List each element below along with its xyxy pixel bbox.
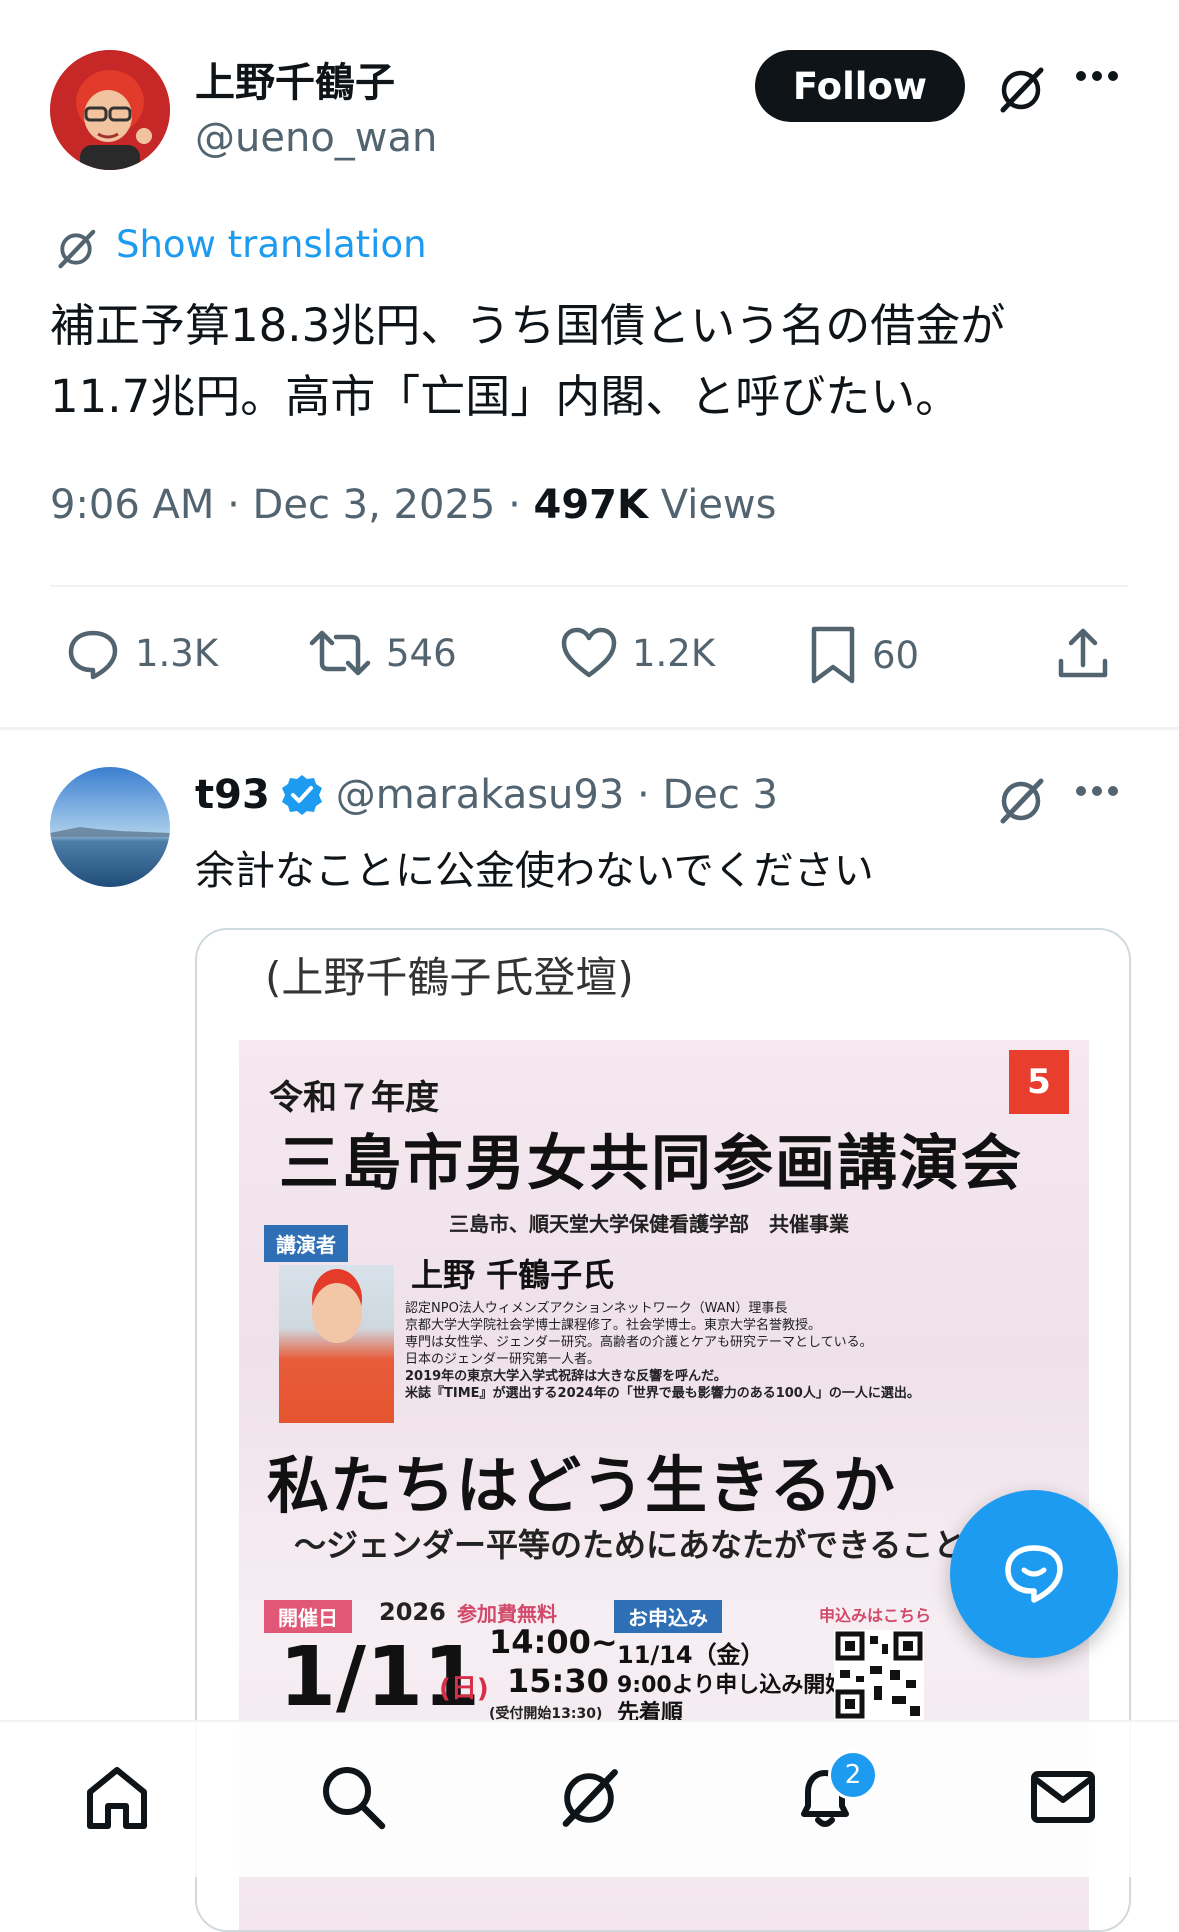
divider xyxy=(0,727,1179,730)
bio-line: 米誌『TIME』が選出する2024年の「世界で最も影響力のある100人」の一人に… xyxy=(405,1386,920,1401)
show-translation-link[interactable]: Show translation xyxy=(116,223,427,266)
date-tag: 開催日 xyxy=(264,1600,352,1633)
avatar[interactable] xyxy=(50,767,170,887)
apply-date: 11/14（金） xyxy=(617,1641,765,1669)
timestamp[interactable]: 9:06 AM · Dec 3, 2025 · xyxy=(50,482,534,528)
grok-icon[interactable] xyxy=(993,62,1049,118)
chat-bubble-icon xyxy=(998,1538,1070,1610)
reply-header: t93 @marakasu93 · Dec 3 xyxy=(195,772,778,818)
repost-icon xyxy=(308,625,372,681)
heart-icon xyxy=(560,625,618,681)
poster-year: 令和７年度 xyxy=(269,1078,439,1118)
grok-icon[interactable] xyxy=(553,1762,625,1834)
bio-line: 京都大学大学院社会学博士課程修了。社会学博士。東京大学名誉教授。 xyxy=(405,1318,822,1333)
home-icon[interactable] xyxy=(82,1762,152,1832)
event-weekday: (日) xyxy=(439,1674,489,1704)
reply-author-handle[interactable]: @marakasu93 · Dec 3 xyxy=(336,772,778,818)
notification-count-badge: 2 xyxy=(828,1750,878,1800)
bio-line: 専門は女性学、ジェンダー研究。高齢者の介護とケアも研究テーマとしている。 xyxy=(405,1335,873,1350)
sdg-gender-equality-icon: 5 xyxy=(1009,1050,1069,1114)
bookmark-icon xyxy=(808,625,858,685)
date-year: 2026 xyxy=(379,1598,446,1626)
tweet-text-line: 補正予算18.3兆円、うち国債という名の借金が xyxy=(50,299,1006,352)
bookmark-count: 60 xyxy=(872,633,920,677)
qr-code-icon xyxy=(834,1630,924,1720)
avatar[interactable] xyxy=(50,50,170,170)
views-count: 497K xyxy=(533,482,649,528)
reply-count: 1.3K xyxy=(135,631,219,675)
reply-button[interactable]: 1.3K xyxy=(65,625,218,681)
reply-text: 余計なことに公金使わないでください xyxy=(195,848,874,894)
search-icon[interactable] xyxy=(318,1762,388,1832)
tweet-meta: 9:06 AM · Dec 3, 2025 · 497K Views xyxy=(50,482,776,528)
messages-icon[interactable] xyxy=(1028,1762,1098,1832)
repost-count: 546 xyxy=(386,631,457,675)
speaker-tag: 講演者 xyxy=(264,1225,348,1262)
like-count: 1.2K xyxy=(632,631,716,675)
speaker-bio: 認定NPO法人ウィメンズアクションネットワーク（WAN）理事長 京都大学大学院社… xyxy=(405,1300,935,1402)
follow-button[interactable]: Follow xyxy=(755,50,965,122)
poster-cohost: 三島市、順天堂大学保健看護学部 共催事業 xyxy=(449,1212,849,1236)
bio-line: 認定NPO法人ウィメンズアクションネットワーク（WAN）理事長 xyxy=(405,1301,788,1316)
bio-line: 日本のジェンダー研究第一人者。 xyxy=(405,1352,601,1367)
speaker-photo xyxy=(279,1265,394,1423)
share-button[interactable] xyxy=(1055,625,1111,681)
talk-title: 私たちはどう生きるか xyxy=(267,1449,896,1522)
grok-icon[interactable] xyxy=(993,773,1049,829)
verified-badge-icon xyxy=(280,773,324,817)
reply-icon xyxy=(65,625,121,681)
apply-here-label: 申込みはこちら xyxy=(819,1606,932,1625)
more-options-icon[interactable] xyxy=(1075,70,1119,82)
like-button[interactable]: 1.2K xyxy=(560,625,715,681)
tweet-text: 補正予算18.3兆円、うち国債という名の借金が 11.7兆円。高市「亡国」内閣、… xyxy=(50,290,1130,432)
poster-caption: (上野千鶴子氏登壇) xyxy=(265,953,634,1002)
divider xyxy=(50,585,1128,587)
grok-translate-icon xyxy=(52,225,100,273)
repost-button[interactable]: 546 xyxy=(308,625,457,681)
bookmark-button[interactable]: 60 xyxy=(808,625,919,685)
time-start: 14:00~ xyxy=(489,1623,618,1661)
tweet-text-line: 11.7兆円。高市「亡国」内閣、と呼びたい。 xyxy=(50,370,961,423)
bio-line: 2019年の東京大学入学式祝辞は大きな反響を呼んだ。 xyxy=(405,1369,727,1384)
time-end: 15:30 xyxy=(507,1662,609,1700)
views-label: Views xyxy=(648,482,777,528)
bottom-navigation: 2 xyxy=(0,1720,1179,1877)
compose-reply-button[interactable] xyxy=(950,1490,1118,1658)
talk-subtitle: ～ジェンダー平等のためにあなたができること～ xyxy=(294,1526,998,1564)
apply-tag: お申込み xyxy=(614,1600,722,1633)
more-options-icon[interactable] xyxy=(1075,785,1119,797)
poster-title: 三島市男女共同参画講演会 xyxy=(279,1129,1023,1199)
author-name[interactable]: 上野千鶴子 xyxy=(195,50,395,108)
speaker-name: 上野 千鶴子氏 xyxy=(411,1256,615,1294)
author-handle[interactable]: @ueno_wan xyxy=(195,115,437,161)
share-icon xyxy=(1055,625,1111,681)
reply-author-name[interactable]: t93 xyxy=(195,772,270,818)
